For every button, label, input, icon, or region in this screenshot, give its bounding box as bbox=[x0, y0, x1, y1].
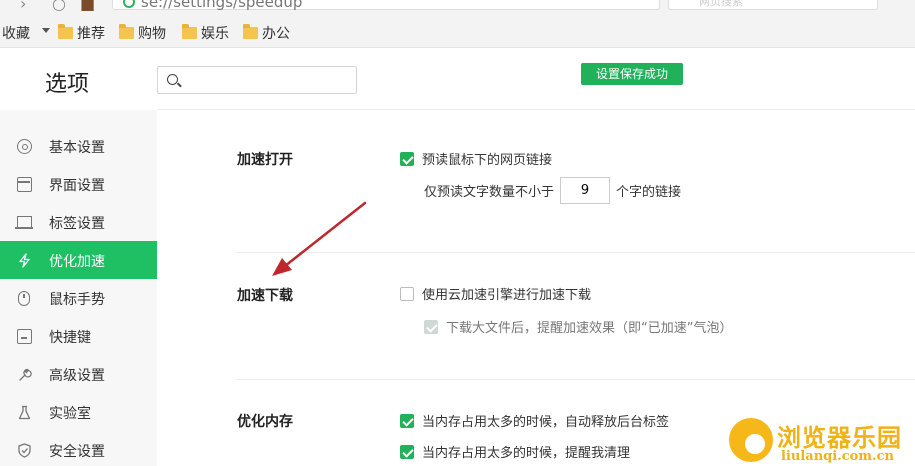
watermark-url: liulanqi.com.cn bbox=[781, 449, 894, 464]
annotation-arrow bbox=[272, 201, 367, 276]
watermark-logo-icon bbox=[729, 418, 773, 462]
watermark-name: 浏览器乐园 bbox=[777, 423, 902, 452]
